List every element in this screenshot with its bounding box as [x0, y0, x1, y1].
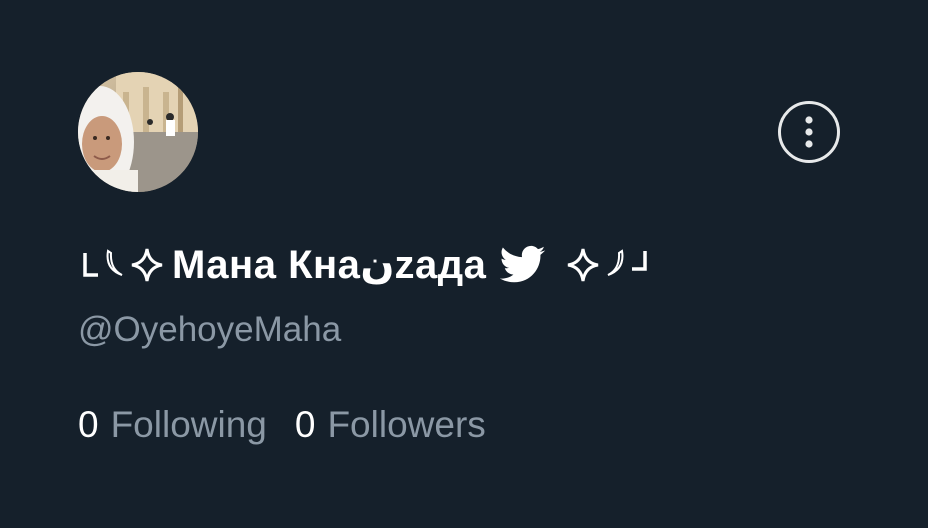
display-name-row: Мана Кнаنzaда: [80, 230, 650, 300]
more-vertical-icon: [805, 116, 813, 148]
display-name: Мана Кнаنzaда: [172, 243, 487, 287]
sparkle-left-icon: [128, 245, 166, 285]
profile-stats: 0 Following 0 Followers: [78, 402, 486, 448]
following-label: Following: [110, 404, 267, 445]
crescent-left-icon: [102, 245, 128, 285]
followers-stat[interactable]: 0 Followers: [295, 402, 486, 448]
following-count: 0: [78, 404, 99, 445]
more-options-button[interactable]: [778, 101, 840, 163]
following-stat[interactable]: 0 Following: [78, 402, 267, 448]
sparkle-right-icon: [564, 245, 602, 285]
profile-handle: @OyehoyeMaha: [78, 310, 342, 349]
corner-bracket-left-icon: [80, 245, 102, 285]
profile-avatar[interactable]: [78, 72, 198, 192]
avatar-image: [78, 72, 198, 192]
followers-label: Followers: [327, 404, 486, 445]
followers-count: 0: [294, 404, 316, 445]
crescent-right-icon: [602, 245, 628, 285]
corner-bracket-right-icon: [628, 245, 650, 285]
twitter-bird-icon: [500, 245, 546, 285]
